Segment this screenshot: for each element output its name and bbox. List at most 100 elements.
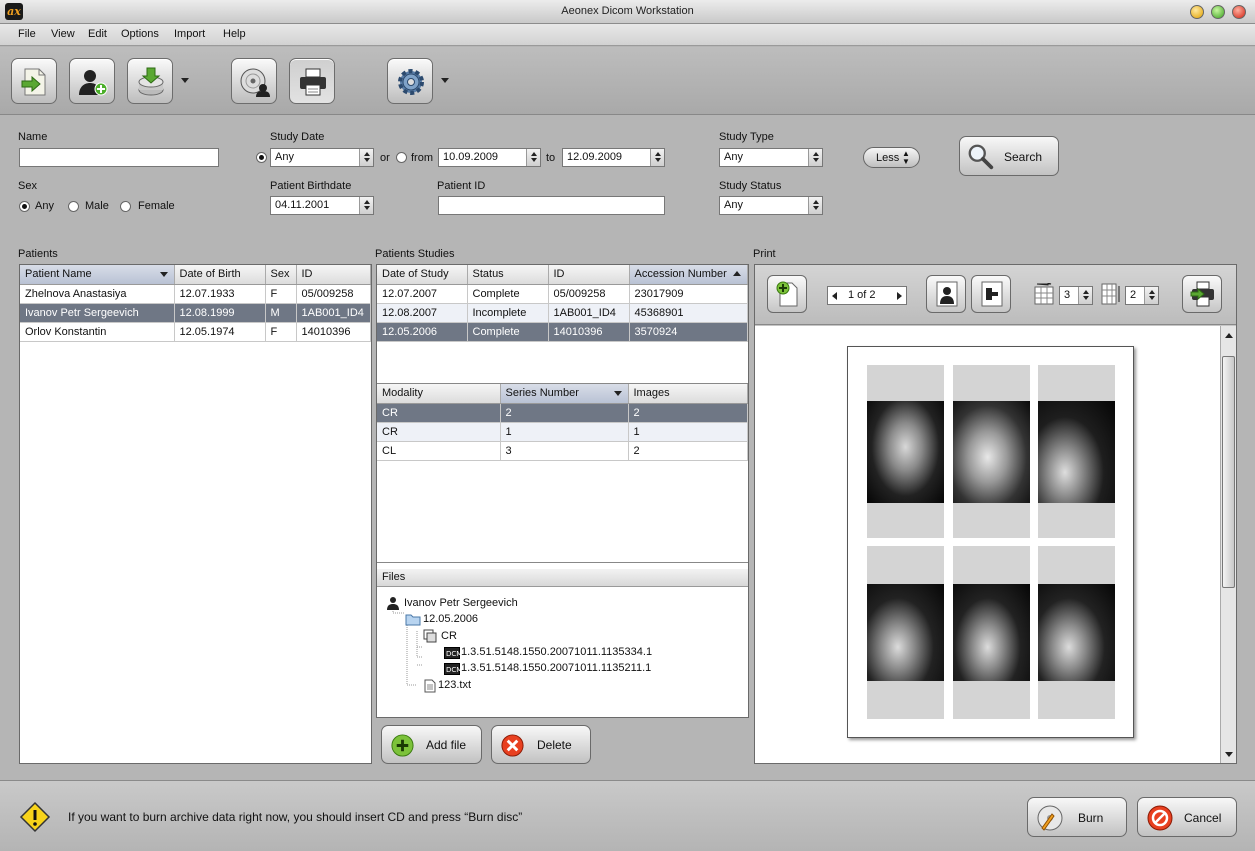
table-row[interactable]: Orlov Konstantin 12.05.1974 F 14010396 — [20, 322, 371, 342]
col-images[interactable]: Images — [628, 384, 748, 404]
settings-button[interactable] — [387, 58, 433, 104]
spin-arrows-icon[interactable] — [359, 149, 373, 166]
search-button[interactable]: Search — [959, 136, 1059, 176]
col-date-of-birth[interactable]: Date of Birth — [174, 265, 266, 285]
warning-icon — [19, 801, 51, 833]
tree-patient[interactable]: Ivanov Petr Sergeevich — [404, 597, 518, 609]
table-row[interactable]: 12.05.2006 Complete 14010396 3570924 — [377, 322, 748, 342]
study-type-select[interactable]: Any — [719, 148, 823, 167]
study-date-select[interactable]: Any — [270, 148, 374, 167]
rows-stepper[interactable]: 2 — [1125, 286, 1159, 305]
columns-stepper[interactable]: 3 — [1059, 286, 1093, 305]
col-study-id[interactable]: ID — [548, 265, 630, 285]
study-type-label: Study Type — [719, 131, 774, 143]
name-input[interactable] — [19, 148, 219, 167]
cell-modality: CL — [377, 441, 501, 461]
add-page-button[interactable] — [767, 275, 807, 313]
spin-arrows-icon[interactable] — [808, 149, 822, 166]
table-row[interactable]: CR 1 1 — [377, 422, 748, 442]
preview-scrollbar[interactable] — [1220, 326, 1236, 763]
thumb-2[interactable] — [953, 365, 1030, 538]
minimize-icon[interactable] — [1190, 5, 1204, 19]
tree-series[interactable]: CR — [441, 630, 457, 642]
database-dropdown-arrow-icon[interactable] — [181, 78, 189, 83]
study-status-value: Any — [724, 199, 743, 211]
col-sex[interactable]: Sex — [265, 265, 297, 285]
spin-arrows-icon[interactable] — [1078, 287, 1092, 304]
table-row[interactable]: CL 3 2 — [377, 441, 748, 461]
col-date-of-study[interactable]: Date of Study — [377, 265, 468, 285]
tree-text-file[interactable]: 123.txt — [438, 679, 471, 691]
annotation-button[interactable] — [971, 275, 1011, 313]
send-to-printer-button[interactable] — [1182, 275, 1222, 313]
study-status-select[interactable]: Any — [719, 196, 823, 215]
to-label: to — [546, 152, 556, 164]
sex-male-radio[interactable] — [68, 201, 79, 212]
to-date-input[interactable]: 12.09.2009 — [562, 148, 665, 167]
sex-female-radio[interactable] — [120, 201, 131, 212]
add-patient-button[interactable] — [69, 58, 115, 104]
series-stack-icon — [423, 629, 437, 643]
print-button[interactable] — [289, 58, 335, 104]
next-page-icon[interactable] — [897, 292, 902, 300]
col-id[interactable]: ID — [296, 265, 371, 285]
menu-options[interactable]: Options — [121, 28, 159, 40]
menu-help[interactable]: Help — [223, 28, 246, 40]
menu-import[interactable]: Import — [174, 28, 205, 40]
col-patient-name[interactable]: Patient Name — [20, 265, 175, 285]
birthdate-input[interactable]: 04.11.2001 — [270, 196, 374, 215]
spin-arrows-icon[interactable] — [359, 197, 373, 214]
sex-any-radio[interactable] — [19, 201, 30, 212]
spin-arrows-icon[interactable] — [526, 149, 540, 166]
scroll-down-icon[interactable] — [1225, 752, 1233, 757]
thumb-4[interactable] — [867, 546, 944, 719]
cancel-button[interactable]: Cancel — [1137, 797, 1237, 837]
maximize-icon[interactable] — [1211, 5, 1225, 19]
table-row[interactable]: CR 2 2 — [377, 403, 748, 423]
add-file-button[interactable]: Add file — [381, 725, 482, 764]
less-button[interactable]: Less ▲ ▼ — [863, 147, 920, 168]
settings-dropdown-arrow-icon[interactable] — [441, 78, 449, 83]
table-row[interactable]: 12.08.2007 Incomplete 1AB001_ID4 4536890… — [377, 303, 748, 323]
study-date-any-radio[interactable] — [256, 152, 267, 163]
patient-id-input[interactable] — [438, 196, 665, 215]
from-date-input[interactable]: 10.09.2009 — [438, 148, 541, 167]
cell-accession-number: 3570924 — [629, 322, 748, 342]
tree-study[interactable]: 12.05.2006 — [423, 613, 478, 625]
scrollbar-thumb[interactable] — [1222, 356, 1235, 588]
status-bar: If you want to burn archive data right n… — [0, 780, 1255, 851]
col-series-number[interactable]: Series Number — [500, 384, 629, 404]
tree-file-2[interactable]: 1.3.51.5148.1550.20071011.1135211.1 — [461, 662, 651, 674]
thumb-3[interactable] — [1038, 365, 1115, 538]
col-modality[interactable]: Modality — [377, 384, 501, 404]
thumb-5[interactable] — [953, 546, 1030, 719]
close-icon[interactable] — [1232, 5, 1246, 19]
prev-page-icon[interactable] — [832, 292, 837, 300]
database-download-button[interactable] — [127, 58, 173, 104]
col-status[interactable]: Status — [467, 265, 549, 285]
burn-button[interactable]: Burn — [1027, 797, 1127, 837]
menu-edit[interactable]: Edit — [88, 28, 107, 40]
to-date-value: 12.09.2009 — [567, 151, 623, 163]
spin-arrows-icon[interactable] — [1144, 287, 1158, 304]
thumb-6[interactable] — [1038, 546, 1115, 719]
stamp-icon — [981, 281, 1003, 307]
patient-info-button[interactable] — [926, 275, 966, 313]
spin-arrows-icon[interactable] — [650, 149, 664, 166]
tree-file-1[interactable]: 1.3.51.5148.1550.20071011.1135334.1 — [461, 646, 652, 658]
table-row[interactable]: Zhelnova Anastasiya 12.07.1933 F 05/0092… — [20, 284, 371, 304]
delete-button[interactable]: Delete — [491, 725, 591, 764]
import-button[interactable] — [11, 58, 57, 104]
search-label: Search — [1004, 150, 1043, 164]
table-row[interactable]: Ivanov Petr Sergeevich 12.08.1999 M 1AB0… — [20, 303, 371, 323]
scroll-up-icon[interactable] — [1225, 333, 1233, 338]
spin-arrows-icon[interactable] — [808, 197, 822, 214]
thumb-1[interactable] — [867, 365, 944, 538]
burn-disc-button[interactable] — [231, 58, 277, 104]
table-row[interactable]: 12.07.2007 Complete 05/009258 23017909 — [377, 284, 748, 304]
toolbar — [0, 47, 1255, 115]
study-date-range-radio[interactable] — [396, 152, 407, 163]
menu-view[interactable]: View — [51, 28, 75, 40]
menu-file[interactable]: File — [18, 28, 36, 40]
col-accession-number[interactable]: Accession Number — [629, 265, 748, 285]
